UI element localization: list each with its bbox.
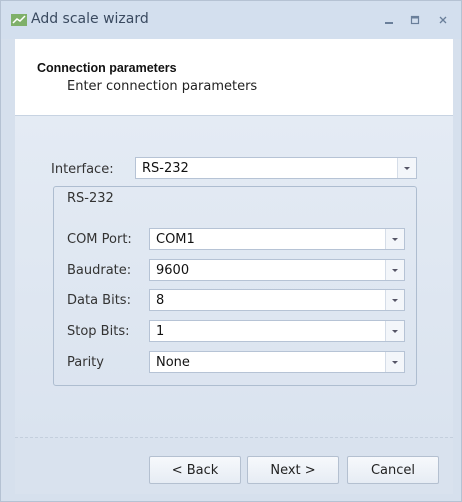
com-port-label: COM Port: (67, 232, 132, 247)
stop-bits-value: 1 (156, 324, 165, 339)
back-button[interactable]: < Back (149, 456, 241, 484)
interface-select[interactable]: RS-232 (135, 157, 417, 179)
chevron-down-icon[interactable] (385, 260, 404, 280)
data-bits-value: 8 (156, 293, 165, 308)
header-panel: Connection parameters Enter connection p… (15, 39, 453, 115)
data-bits-select[interactable]: 8 (149, 289, 405, 311)
page-subtitle: Enter connection parameters (67, 79, 258, 94)
chevron-down-icon[interactable] (385, 290, 404, 310)
wizard-window: Add scale wizard Connection parameters E… (0, 0, 462, 502)
cancel-button[interactable]: Cancel (347, 456, 439, 484)
baudrate-select[interactable]: 9600 (149, 259, 405, 281)
close-button[interactable] (433, 11, 453, 29)
window-title: Add scale wizard (31, 11, 149, 27)
chevron-down-icon[interactable] (385, 229, 404, 249)
parity-label: Parity (67, 355, 104, 370)
chevron-down-icon[interactable] (397, 158, 416, 178)
chevron-down-icon[interactable] (385, 352, 404, 372)
minimize-button[interactable] (379, 11, 399, 29)
maximize-icon (410, 15, 420, 25)
com-port-select[interactable]: COM1 (149, 228, 405, 250)
minimize-icon (385, 22, 393, 24)
close-icon (439, 16, 447, 24)
baudrate-value: 9600 (156, 263, 190, 278)
com-port-value: COM1 (156, 232, 195, 247)
interface-label: Interface: (51, 162, 114, 177)
baudrate-label: Baudrate: (67, 263, 132, 278)
interface-value: RS-232 (142, 161, 189, 176)
stop-bits-label: Stop Bits: (67, 324, 130, 339)
parity-select[interactable]: None (149, 351, 405, 373)
scale-app-icon (11, 14, 27, 26)
maximize-button[interactable] (405, 11, 425, 29)
parity-value: None (156, 355, 190, 370)
chevron-down-icon[interactable] (385, 321, 404, 341)
stop-bits-select[interactable]: 1 (149, 320, 405, 342)
next-button[interactable]: Next > (247, 456, 339, 484)
title-bar: Add scale wizard (1, 1, 461, 39)
page-title: Connection parameters (37, 61, 177, 75)
data-bits-label: Data Bits: (67, 293, 131, 308)
rs232-group-label: RS-232 (67, 191, 114, 206)
